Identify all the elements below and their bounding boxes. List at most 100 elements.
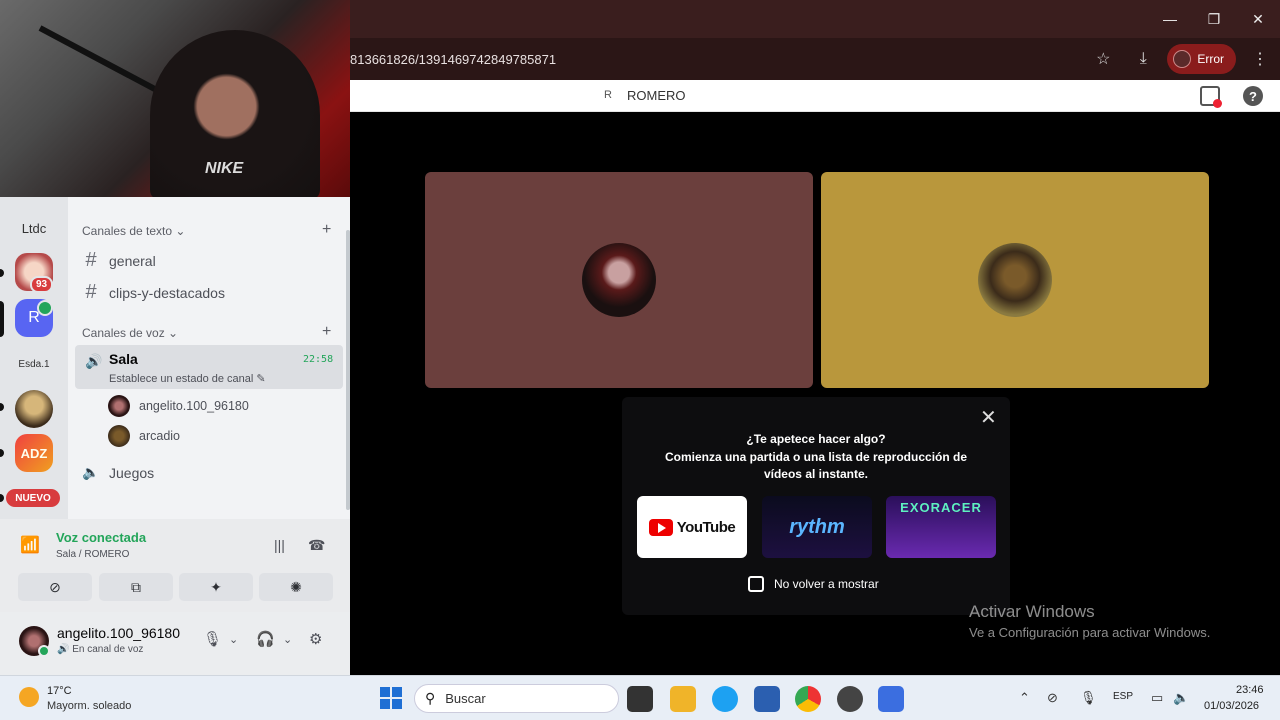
- server-initial-icon: R: [604, 89, 612, 101]
- activate-windows-watermark: Activar Windows Ve a Configuración para …: [969, 602, 1210, 640]
- headphones-icon[interactable]: 🎧: [256, 630, 275, 648]
- noise-suppression-icon[interactable]: |||: [274, 537, 285, 553]
- chevron-up-icon[interactable]: ⌃: [1019, 690, 1030, 706]
- taskbar-search[interactable]: ⚲ Buscar: [414, 684, 619, 713]
- chrome-icon[interactable]: [795, 686, 821, 712]
- username[interactable]: angelito.100_96180: [57, 625, 180, 641]
- language-indicator[interactable]: ESP: [1113, 691, 1133, 702]
- server-ltdc[interactable]: Ltdc: [15, 209, 53, 247]
- shirt-logo: NIKE: [205, 160, 244, 177]
- help-icon[interactable]: ?: [1243, 86, 1263, 106]
- new-badge: NUEVO: [6, 489, 60, 507]
- url-field[interactable]: 813661826/1391469742849785871: [350, 52, 1083, 67]
- activity-exoracer[interactable]: EXORACER: [886, 496, 996, 558]
- activity-description: Comienza una partida o una lista de repr…: [664, 450, 968, 481]
- download-icon[interactable]: ⤓: [1123, 38, 1163, 80]
- text-category[interactable]: Canales de texto ⌄: [82, 224, 185, 238]
- network-off-icon[interactable]: ⊘: [1047, 690, 1058, 706]
- participant-tile-arcadio[interactable]: [821, 172, 1209, 388]
- voice-channel-juegos[interactable]: 🔈 Juegos: [82, 464, 154, 481]
- voice-channel-sala[interactable]: 🔊 Sala 22:58 Establece un estado de cana…: [75, 345, 343, 389]
- voice-stage: ✕ ¿Te apetece hacer algo? Comienza una p…: [352, 112, 1280, 675]
- participant-tile-angelito[interactable]: [425, 172, 813, 388]
- server-esda[interactable]: Esda.1: [15, 345, 53, 383]
- clock-time[interactable]: 23:46: [1236, 684, 1264, 696]
- signal-icon[interactable]: 📶: [20, 535, 42, 557]
- activity-rythm[interactable]: rythm: [762, 496, 872, 558]
- minimize-icon[interactable]: —: [1148, 0, 1192, 38]
- address-bar: 813661826/1391469742849785871 ☆ ⤓ Error …: [350, 38, 1280, 80]
- search-placeholder: Buscar: [445, 691, 486, 706]
- restore-icon[interactable]: ❐: [1192, 0, 1236, 38]
- server-title: ROMERO: [627, 88, 686, 103]
- voice-member[interactable]: arcadio: [108, 425, 180, 447]
- browser-titlebar: — ❐ ✕: [350, 0, 1280, 38]
- profile-label: Error: [1197, 52, 1224, 66]
- channel-label: general: [109, 252, 156, 269]
- server-adz[interactable]: ADZ: [15, 434, 53, 472]
- volume-icon[interactable]: 🔈: [1173, 690, 1189, 706]
- add-text-channel-icon[interactable]: +: [322, 221, 331, 239]
- add-voice-channel-icon[interactable]: +: [322, 323, 331, 341]
- member-name: arcadio: [139, 429, 180, 443]
- start-button[interactable]: [380, 687, 402, 709]
- bookmark-star-icon[interactable]: ☆: [1083, 38, 1123, 80]
- voice-category[interactable]: Canales de voz ⌄: [82, 326, 178, 340]
- voice-connection-panel: 📶 Voz conectada Sala / ROMERO ||| ☎ ⊘ ⧉ …: [0, 519, 350, 612]
- activity-question: ¿Te apetece hacer algo?: [746, 432, 886, 446]
- dont-show-checkbox[interactable]: [748, 576, 764, 592]
- display-icon[interactable]: ▭: [1151, 690, 1163, 706]
- file-explorer-icon[interactable]: [670, 686, 696, 712]
- weather-sun-icon[interactable]: [19, 687, 39, 707]
- weather-temperature[interactable]: 17°C: [47, 685, 72, 697]
- disconnect-icon[interactable]: ☎: [308, 537, 325, 554]
- watermark-subtitle: Ve a Configuración para activar Windows.: [969, 625, 1211, 640]
- unread-pill: [0, 403, 4, 411]
- screen-share-button[interactable]: ⧉: [99, 573, 173, 601]
- channel-label: Sala: [109, 351, 138, 367]
- server-anime[interactable]: [15, 390, 53, 428]
- activity-youtube[interactable]: YouTube: [637, 496, 747, 558]
- chevron-down-icon[interactable]: ⌄: [283, 633, 292, 646]
- clock-date[interactable]: 01/03/2026: [1204, 700, 1259, 712]
- more-menu-icon[interactable]: ⋮: [1240, 38, 1280, 80]
- close-icon[interactable]: ✕: [980, 405, 997, 430]
- weather-description: Mayorm. soleado: [47, 700, 132, 712]
- dont-show-again[interactable]: No volver a mostrar: [748, 576, 879, 592]
- unread-pill: [0, 449, 4, 457]
- microphone-icon[interactable]: 🎙: [203, 630, 222, 648]
- activities-button[interactable]: ✦: [179, 573, 253, 601]
- discord-titlebar: R ROMERO ?: [350, 80, 1280, 112]
- obs-icon[interactable]: [837, 686, 863, 712]
- gear-icon[interactable]: ⚙: [309, 630, 322, 648]
- activity-prompt-card: ✕ ¿Te apetece hacer algo? Comienza una p…: [622, 397, 1010, 615]
- close-icon[interactable]: ✕: [1236, 0, 1280, 38]
- store-icon[interactable]: [754, 686, 780, 712]
- voice-status[interactable]: Voz conectada: [56, 530, 146, 545]
- app-icon[interactable]: [878, 686, 904, 712]
- unread-pill: [0, 494, 4, 502]
- search-icon: ⚲: [425, 690, 436, 706]
- channel-scrollbar[interactable]: [346, 230, 350, 510]
- inbox-icon[interactable]: [1200, 86, 1222, 108]
- voice-active-badge: [37, 300, 53, 316]
- hash-icon: #: [85, 249, 97, 271]
- camera-toggle-button[interactable]: ⊘: [18, 573, 92, 601]
- task-view-icon[interactable]: [627, 686, 653, 712]
- microphone-tray-icon[interactable]: 🎙: [1080, 690, 1097, 706]
- member-name: angelito.100_96180: [139, 399, 249, 413]
- mention-badge: 93: [30, 276, 54, 293]
- activity-label: rythm: [789, 515, 845, 538]
- edge-icon[interactable]: [712, 686, 738, 712]
- soundboard-button[interactable]: ✺: [259, 573, 333, 601]
- channel-general[interactable]: # general: [82, 249, 156, 272]
- hash-icon: #: [85, 281, 97, 303]
- voice-location: Sala / ROMERO: [56, 549, 130, 560]
- profile-button[interactable]: Error: [1167, 44, 1236, 74]
- channel-status-hint[interactable]: Establece un estado de canal ✎: [109, 372, 266, 385]
- chevron-down-icon[interactable]: ⌄: [229, 633, 238, 646]
- youtube-logo-icon: [648, 518, 673, 536]
- watermark-title: Activar Windows: [969, 602, 1095, 621]
- voice-member[interactable]: angelito.100_96180: [108, 395, 249, 417]
- channel-clips[interactable]: # clips-y-destacados: [82, 281, 225, 304]
